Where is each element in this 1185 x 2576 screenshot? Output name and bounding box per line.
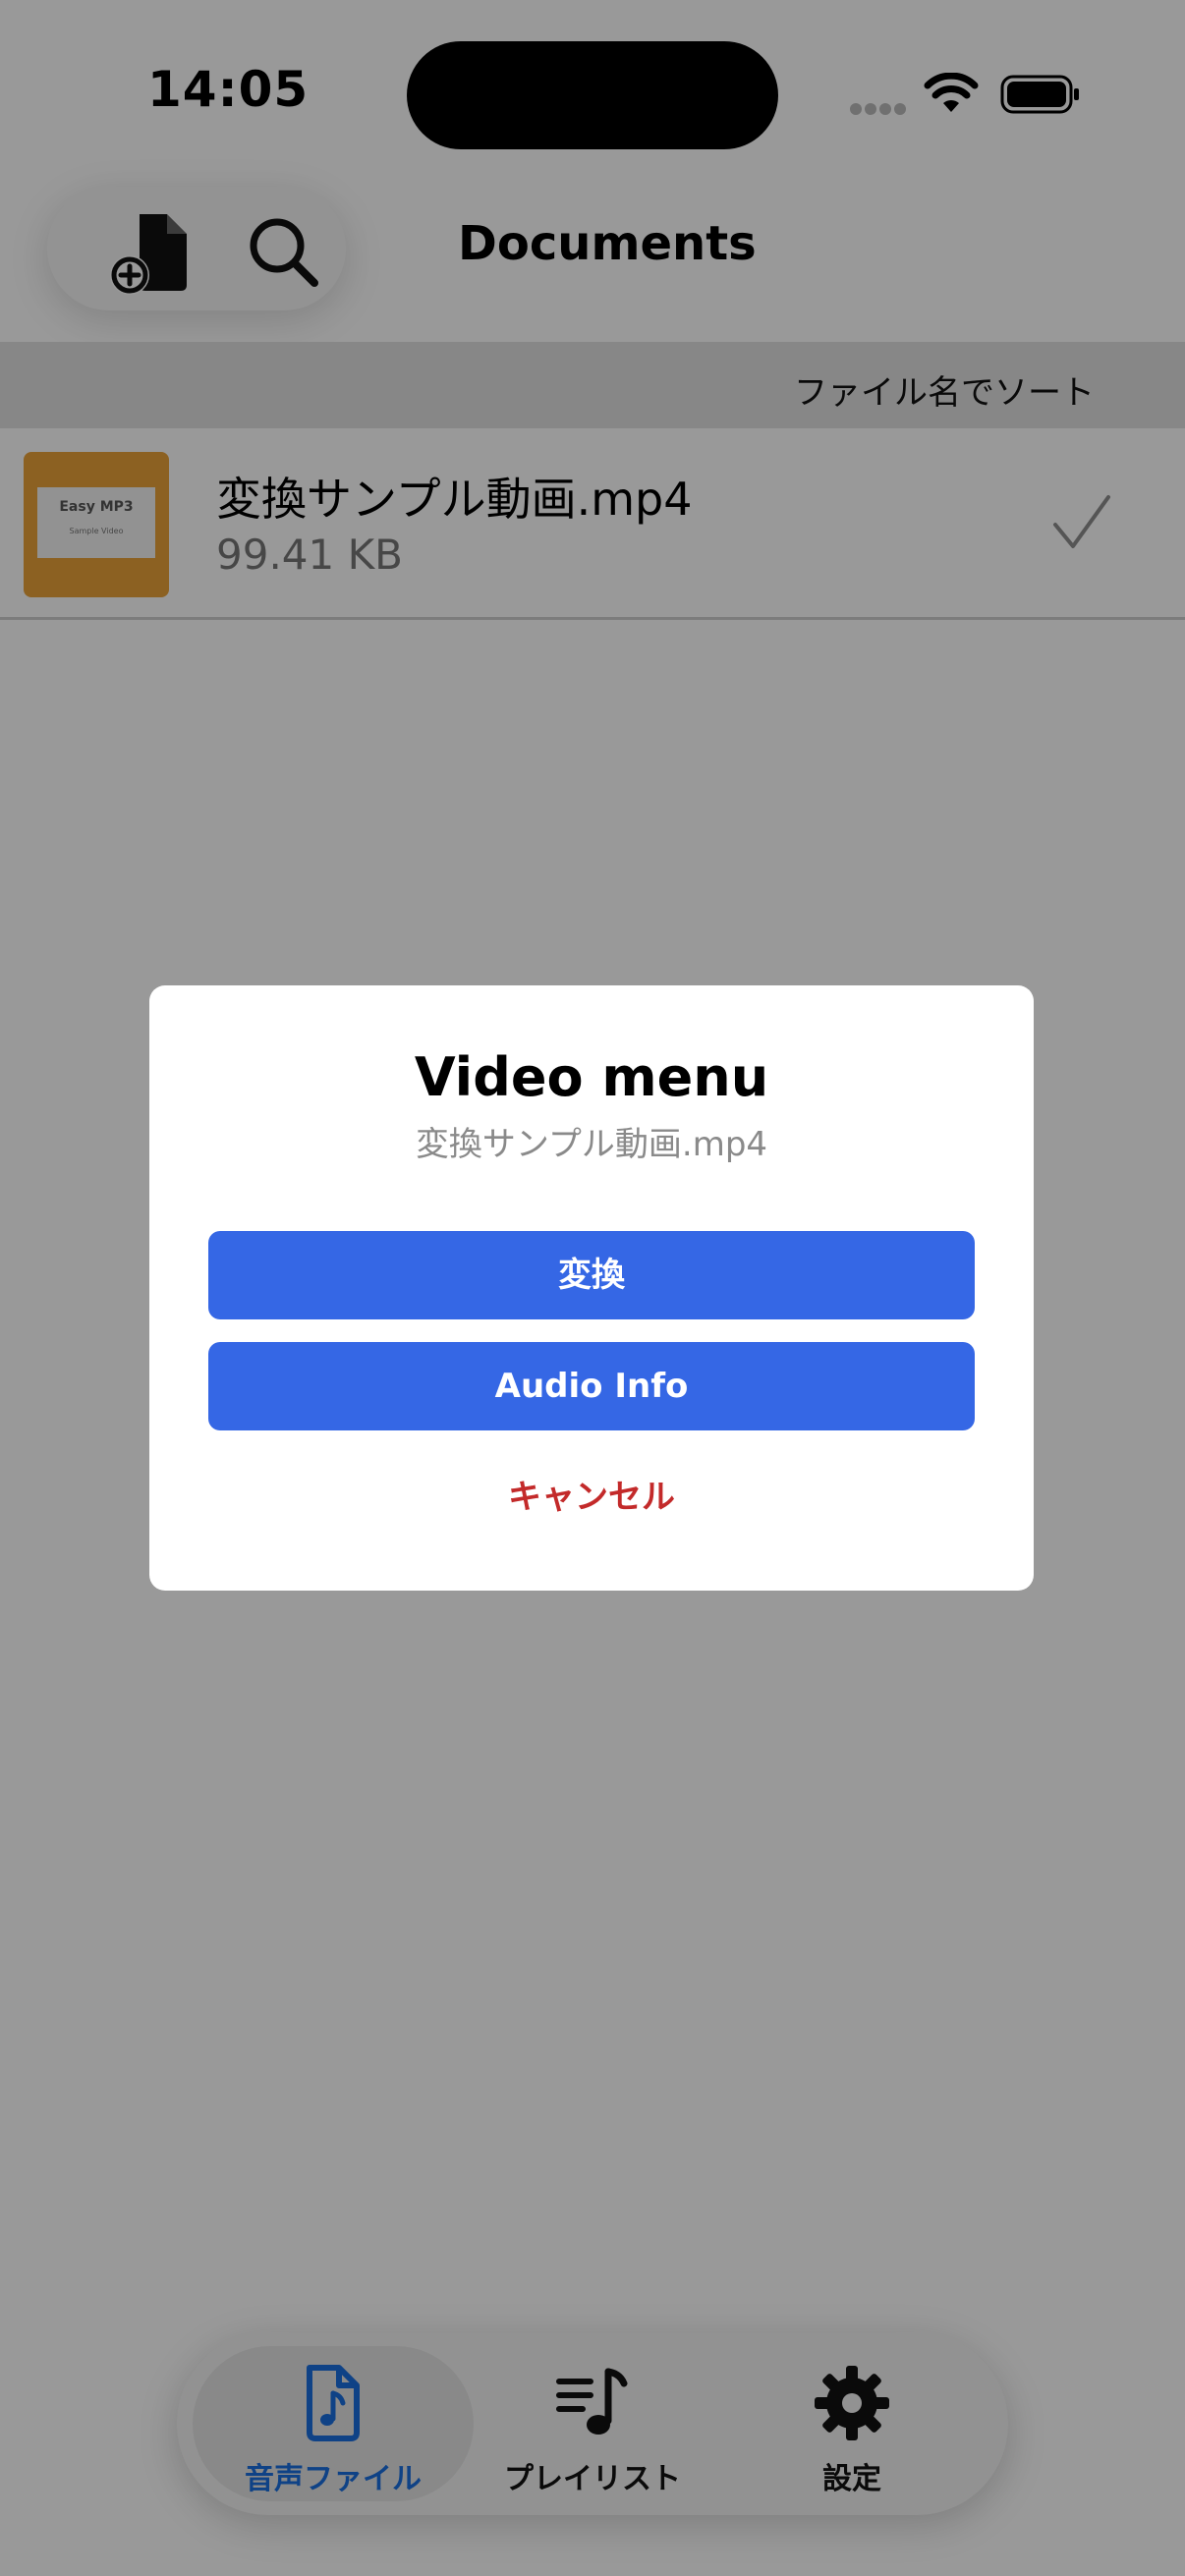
dialog-subtitle: 変換サンプル動画.mp4	[415, 1125, 768, 1164]
dialog-title: Video menu	[414, 1046, 769, 1108]
video-menu-dialog: Video menu 変換サンプル動画.mp4 変換 Audio Info キャ…	[149, 985, 1034, 1591]
convert-button[interactable]: 変換	[208, 1231, 975, 1319]
cancel-button[interactable]: キャンセル	[208, 1453, 975, 1541]
audio-info-button[interactable]: Audio Info	[208, 1342, 975, 1430]
